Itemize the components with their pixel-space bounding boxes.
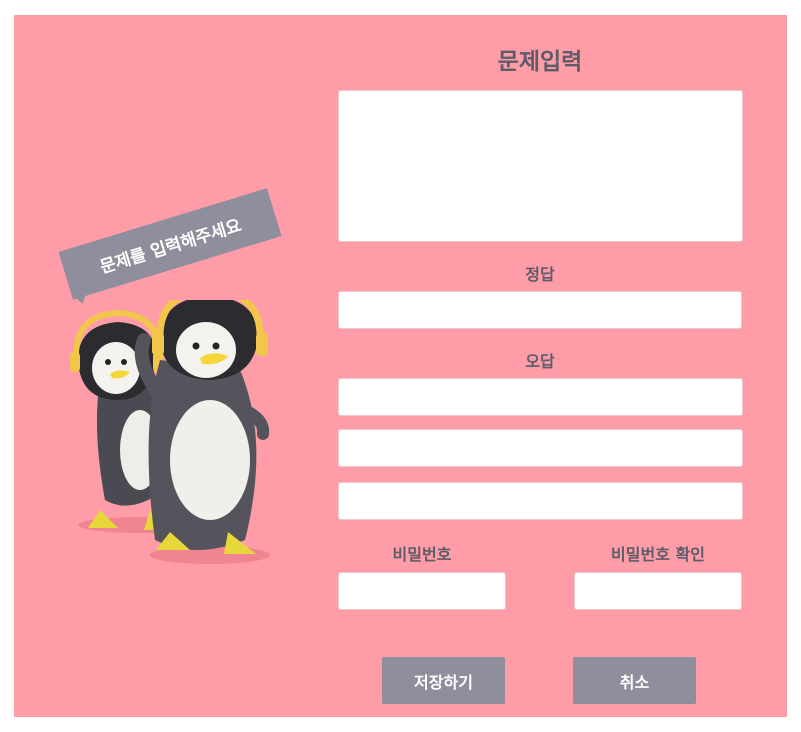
wrong-answer-input-1[interactable] (338, 378, 743, 416)
save-button[interactable]: 저장하기 (382, 657, 505, 704)
cancel-button[interactable]: 취소 (573, 657, 696, 704)
wrong-answer-input-3[interactable] (338, 482, 743, 520)
answer-input[interactable] (338, 291, 742, 329)
wrong-answer-label: 오답 (525, 352, 555, 371)
password-confirm-input[interactable] (574, 572, 742, 610)
password-label: 비밀번호 (392, 545, 452, 564)
wrong-answer-input-2[interactable] (338, 429, 743, 467)
speech-bubble-text: 문제를 입력해주세요 (58, 188, 282, 300)
password-confirm-label: 비밀번호 확인 (611, 545, 705, 564)
page-title: 문제입력 (497, 49, 583, 75)
answer-label: 정답 (525, 265, 555, 284)
penguin-mascots-illustration (70, 300, 270, 564)
password-input[interactable] (338, 572, 506, 610)
question-textarea[interactable] (338, 90, 743, 242)
penguin-large (134, 300, 270, 554)
